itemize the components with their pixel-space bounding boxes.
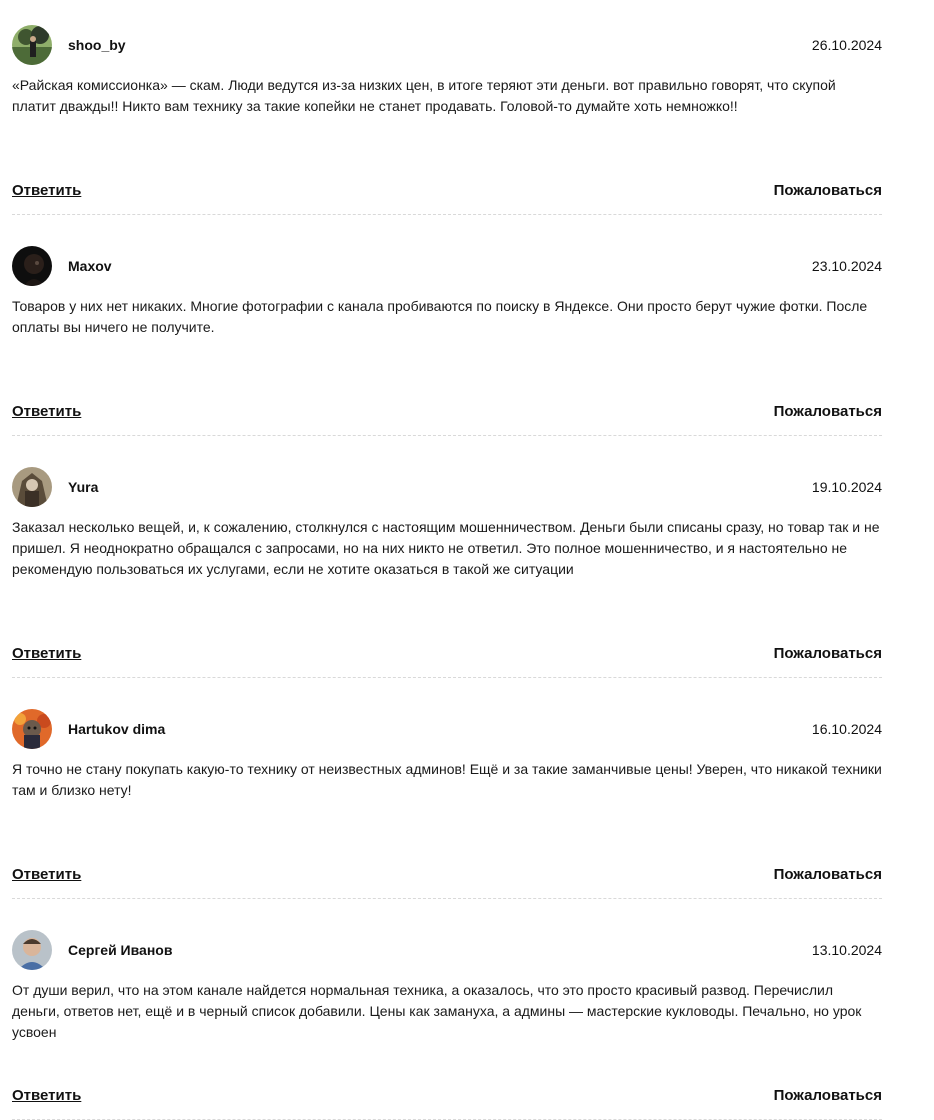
comment-header: Hartukov dima 16.10.2024 xyxy=(12,709,882,749)
reply-link[interactable]: Ответить xyxy=(12,645,81,662)
comment-text: От души верил, что на этом канале найдет… xyxy=(12,982,862,1040)
comment-header: Сергей Иванов 13.10.2024 xyxy=(12,930,882,970)
reply-link[interactable]: Ответить xyxy=(12,182,81,199)
reply-link[interactable]: Ответить xyxy=(12,403,81,420)
comment-date: 23.10.2024 xyxy=(811,258,882,274)
comment-actions: Ответить Пожаловаться xyxy=(12,1087,882,1104)
author-name: Yura xyxy=(68,479,99,495)
comment-date: 13.10.2024 xyxy=(811,942,882,958)
report-link[interactable]: Пожаловаться xyxy=(774,182,882,199)
author-name: shoo_by xyxy=(68,37,126,53)
comment-item: Yura 19.10.2024 Заказал несколько вещей,… xyxy=(12,467,882,678)
avatar[interactable] xyxy=(12,709,52,749)
author-name: Hartukov dima xyxy=(68,721,166,737)
report-link[interactable]: Пожаловаться xyxy=(774,1087,882,1104)
comment-date: 19.10.2024 xyxy=(811,479,882,495)
comment-header: Maxov 23.10.2024 xyxy=(12,246,882,286)
comment-text: Я точно не стану покупать какую-то техни… xyxy=(12,761,882,798)
comment-item: Maxov 23.10.2024 Товаров у них нет никак… xyxy=(12,246,882,436)
report-link[interactable]: Пожаловаться xyxy=(774,645,882,662)
comment-date: 26.10.2024 xyxy=(811,37,882,53)
comment-text: Товаров у них нет никаких. Многие фотогр… xyxy=(12,298,868,335)
comment-header: Yura 19.10.2024 xyxy=(12,467,882,507)
comment-header: shoo_by 26.10.2024 xyxy=(12,25,882,65)
avatar[interactable] xyxy=(12,930,52,970)
comment-item: shoo_by 26.10.2024 «Райская комиссионка»… xyxy=(12,25,882,215)
comment-actions: Ответить Пожаловаться xyxy=(12,182,882,199)
author-name: Maxov xyxy=(68,258,112,274)
comment-date: 16.10.2024 xyxy=(811,721,882,737)
report-link[interactable]: Пожаловаться xyxy=(774,866,882,883)
comment-text: «Райская комиссионка» — скам. Люди ведут… xyxy=(12,77,836,114)
comment-actions: Ответить Пожаловаться xyxy=(12,866,882,883)
author-name: Сергей Иванов xyxy=(68,942,173,958)
comment-text: Заказал несколько вещей, и, к сожалению,… xyxy=(12,519,880,577)
avatar[interactable] xyxy=(12,25,52,65)
comment-actions: Ответить Пожаловаться xyxy=(12,403,882,420)
report-link[interactable]: Пожаловаться xyxy=(774,403,882,420)
reply-link[interactable]: Ответить xyxy=(12,1087,81,1104)
comment-item: Hartukov dima 16.10.2024 Я точно не стан… xyxy=(12,709,882,899)
comment-item: Сергей Иванов 13.10.2024 От души верил, … xyxy=(12,930,882,1120)
avatar[interactable] xyxy=(12,467,52,507)
comments-list: shoo_by 26.10.2024 «Райская комиссионка»… xyxy=(12,0,882,1120)
reply-link[interactable]: Ответить xyxy=(12,866,81,883)
comment-actions: Ответить Пожаловаться xyxy=(12,645,882,662)
avatar[interactable] xyxy=(12,246,52,286)
